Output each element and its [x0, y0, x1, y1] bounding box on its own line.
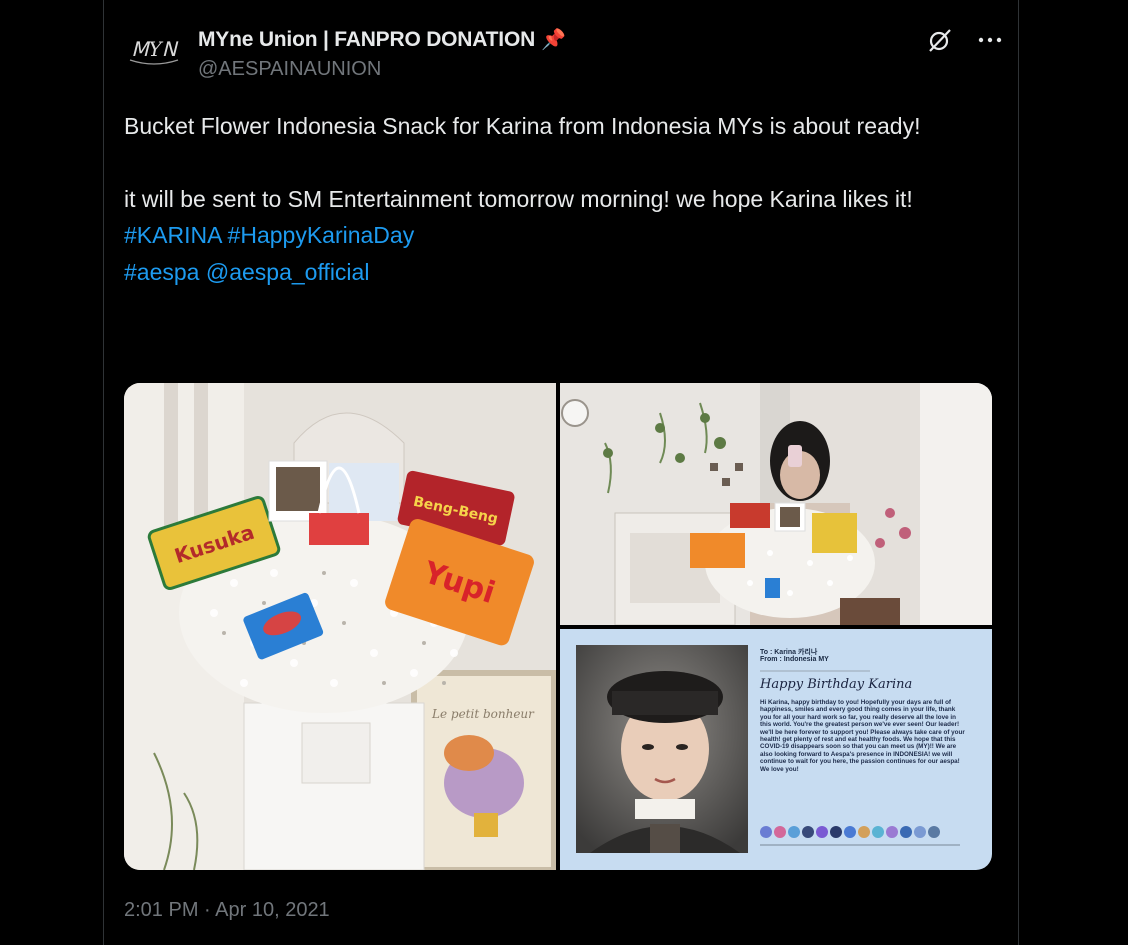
hashtag-line-2: #aespa @aespa_official — [124, 254, 994, 291]
hashtag-karina[interactable]: #KARINA — [124, 222, 221, 248]
post-header: ꓟYꓠ MYne Union | FANPRO DONATION 📌 @AESP… — [124, 22, 1004, 86]
post-line-1: Bucket Flower Indonesia Snack for Karina… — [124, 113, 921, 139]
hashtag-line-1: #KARINA #HappyKarinaDay — [124, 217, 994, 254]
author-names: MYne Union | FANPRO DONATION 📌 @AESPAINA… — [198, 27, 566, 81]
header-actions — [926, 26, 1004, 54]
photo-birthday-card[interactable]: To : Karina 카리나 From : Indonesia MY Happ… — [560, 629, 992, 870]
post-text: Bucket Flower Indonesia Snack for Karina… — [124, 108, 994, 290]
author-handle[interactable]: @AESPAINAUNION — [198, 58, 566, 81]
mention-aespa-official[interactable]: @aespa_official — [206, 259, 370, 285]
display-name-text: MYne Union | FANPRO DONATION — [198, 27, 536, 51]
myne-union-logo: ꓟYꓠ — [129, 37, 179, 65]
author-display-name[interactable]: MYne Union | FANPRO DONATION 📌 — [198, 27, 566, 52]
grok-icon[interactable] — [926, 26, 954, 54]
more-icon[interactable] — [976, 26, 1004, 54]
post-column: ꓟYꓠ MYne Union | FANPRO DONATION 📌 @AESP… — [103, 0, 1019, 945]
hashtag-happykarinaday[interactable]: #HappyKarinaDay — [228, 222, 415, 248]
hashtag-aespa[interactable]: #aespa — [124, 259, 199, 285]
card-from: From : Indonesia MY — [760, 656, 829, 663]
svg-text:ꓟYꓠ: ꓟYꓠ — [131, 37, 178, 61]
photo-mirror-selfie[interactable] — [560, 383, 992, 625]
post-timestamp[interactable]: 2:01 PM · Apr 10, 2021 — [124, 899, 330, 922]
avatar[interactable]: ꓟYꓠ — [124, 30, 184, 74]
photo-flower-bucket[interactable]: Le petit bonheur Kusuka Beng-Beng Yupi — [124, 383, 556, 870]
media-grid: Le petit bonheur Kusuka Beng-Beng Yupi T… — [124, 383, 992, 870]
pin-emoji: 📌 — [541, 29, 566, 51]
post-line-2: it will be sent to SM Entertainment tomo… — [124, 185, 913, 212]
card-title: Happy Birthday Karina — [760, 677, 913, 692]
svg-text:Le petit bonheur: Le petit bonheur — [431, 707, 535, 721]
card-message: Hi Karina, happy birthday to you! Hopefu… — [760, 699, 965, 773]
